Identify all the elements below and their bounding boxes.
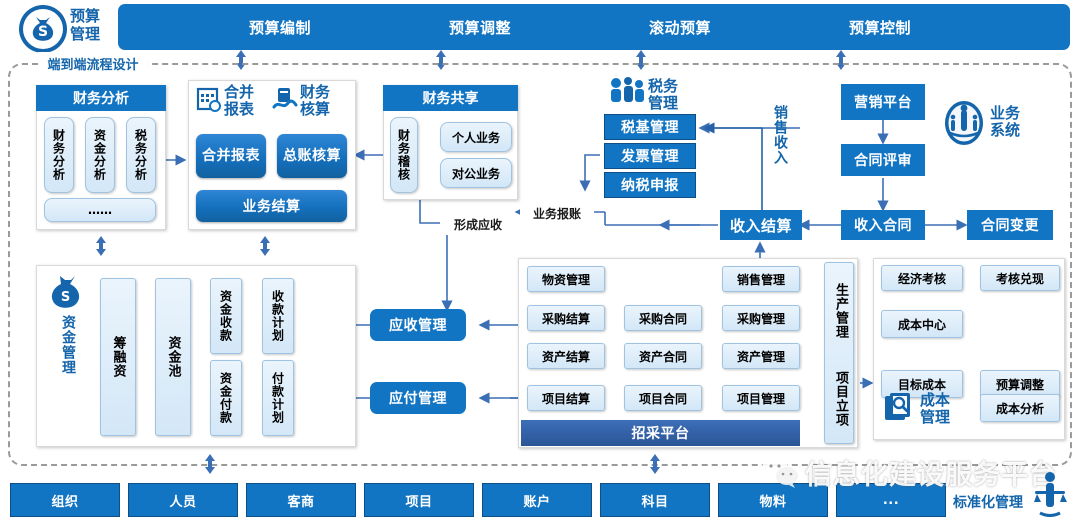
- payment-plan-box[interactable]: 付款计划: [262, 360, 294, 436]
- finance-analysis-more[interactable]: ……: [44, 198, 156, 222]
- inner-vertical-arrows: [96, 236, 270, 256]
- master-data-item-0[interactable]: 组织: [10, 483, 120, 517]
- finance-audit-box[interactable]: 财务稽核: [390, 117, 418, 193]
- marketing-platform-box[interactable]: 营销平台: [841, 84, 925, 120]
- business-system-icon: [943, 100, 985, 146]
- project-contract-box[interactable]: 项目合同: [624, 385, 702, 411]
- project-initiation-label[interactable]: 项目立项: [828, 358, 850, 440]
- bidding-platform-box[interactable]: 招采平台: [521, 420, 800, 446]
- assessment-fulfillment-box[interactable]: 考核兑现: [980, 265, 1060, 291]
- funds-label: 资金管理: [60, 315, 76, 375]
- fund-pool-box[interactable]: 资金池: [155, 278, 191, 436]
- top-phase-item-3[interactable]: 预算控制: [780, 4, 980, 50]
- sales-mgmt-box[interactable]: 销售管理: [722, 266, 800, 292]
- purchase-mgmt-box[interactable]: 采购管理: [722, 305, 800, 331]
- tax-management-icon: [608, 76, 646, 108]
- tax-filing-box[interactable]: 纳税申报: [604, 172, 696, 198]
- frame-label: 端到端流程设计: [38, 52, 148, 74]
- general-ledger-box[interactable]: 总账核算: [277, 134, 347, 178]
- asset-settlement-box[interactable]: 资产结算: [527, 343, 605, 369]
- top-phase-item-1[interactable]: 预算调整: [380, 4, 580, 50]
- tax-base-box[interactable]: 税基管理: [604, 114, 696, 140]
- top-phase-item-0[interactable]: 预算编制: [180, 4, 380, 50]
- business-system-label: 业务系统: [990, 104, 1021, 139]
- top-phase-item-2[interactable]: 滚动预算: [580, 4, 780, 50]
- fund-payment-box[interactable]: 资金付款: [210, 360, 242, 436]
- project-settlement-box[interactable]: 项目结算: [527, 385, 605, 411]
- bottom-connector-arrows: [205, 454, 660, 474]
- master-data-item-4[interactable]: 账户: [482, 483, 592, 517]
- master-data-item-7[interactable]: ...: [836, 483, 946, 517]
- contract-review-box[interactable]: 合同评审: [841, 144, 925, 176]
- finance-accounting-icon: [272, 86, 298, 112]
- material-mgmt-box[interactable]: 物资管理: [527, 266, 605, 292]
- purchase-settlement-box[interactable]: 采购结算: [527, 305, 605, 331]
- finance-analysis-item-2[interactable]: 税务分析: [126, 117, 156, 193]
- cost-center-box[interactable]: 成本中心: [881, 310, 963, 338]
- funds-money-bag-icon: S: [48, 274, 84, 308]
- project-mgmt-box[interactable]: 项目管理: [722, 385, 800, 411]
- personal-business-box[interactable]: 个人业务: [440, 122, 512, 152]
- svg-text:S: S: [61, 290, 70, 305]
- payable-mgmt-box[interactable]: 应付管理: [370, 382, 466, 414]
- purchase-contract-box[interactable]: 采购合同: [624, 305, 702, 331]
- merge-report-box[interactable]: 合并报表: [196, 134, 266, 178]
- receipt-plan-box[interactable]: 收款计划: [262, 278, 294, 354]
- master-data-item-2[interactable]: 客商: [246, 483, 356, 517]
- invoice-mgmt-box[interactable]: 发票管理: [604, 143, 696, 169]
- economic-assessment-box[interactable]: 经济考核: [881, 265, 963, 291]
- receivable-mgmt-box[interactable]: 应收管理: [370, 309, 466, 341]
- cost-analysis-box[interactable]: 成本分析: [980, 394, 1060, 422]
- business-settlement-box[interactable]: 业务结算: [196, 190, 347, 222]
- financing-box[interactable]: 筹融资: [100, 278, 136, 436]
- merge-report-icon: [196, 86, 222, 112]
- master-data-item-5[interactable]: 科目: [600, 483, 710, 517]
- svg-text:S: S: [38, 24, 48, 40]
- cost-management-icon: [884, 392, 916, 424]
- asset-contract-box[interactable]: 资产合同: [624, 343, 702, 369]
- business-reimburse-label: 业务报账: [520, 203, 594, 223]
- scale-people-icon: [1032, 470, 1068, 520]
- fund-receipt-box[interactable]: 资金收款: [210, 278, 242, 354]
- production-mgmt-label[interactable]: 生产管理: [828, 270, 850, 352]
- budget-module-label: 预算管理: [70, 7, 101, 43]
- master-data-item-3[interactable]: 项目: [364, 483, 474, 517]
- merge-report-icon-label: 合并报表: [224, 83, 255, 118]
- budget-module-icon: S: [18, 4, 68, 54]
- asset-mgmt-box[interactable]: 资产管理: [722, 343, 800, 369]
- finance-analysis-item-0[interactable]: 财务分析: [44, 117, 74, 193]
- standardization-label: 标准化管理: [953, 495, 1023, 511]
- cost-management-label: 成本管理: [920, 391, 951, 426]
- funds-panel: [36, 265, 356, 447]
- finance-analysis-header: 财务分析: [36, 85, 166, 111]
- finance-accounting-icon-label: 财务核算: [300, 83, 331, 118]
- shared-service-header: 财务共享: [383, 85, 518, 111]
- corporate-business-box[interactable]: 对公业务: [440, 158, 512, 188]
- tax-management-label: 税务管理: [648, 77, 679, 112]
- sales-revenue-label: 销售收入: [772, 105, 788, 165]
- finance-analysis-item-1[interactable]: 资金分析: [85, 117, 115, 193]
- wechat-icon: [760, 455, 800, 489]
- master-data-item-1[interactable]: 人员: [128, 483, 238, 517]
